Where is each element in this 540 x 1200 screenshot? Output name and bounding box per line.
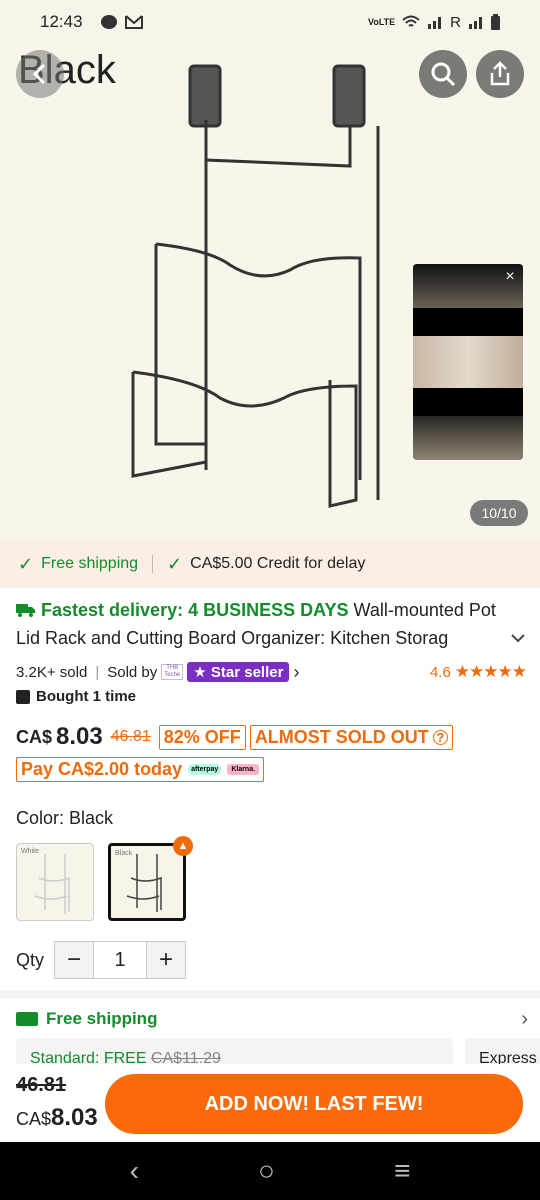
roaming-indicator: R bbox=[450, 13, 461, 31]
pay-later-badge[interactable]: Pay CA$2.00 today afterpay Klarna. bbox=[16, 757, 265, 782]
stock-badge[interactable]: ALMOST SOLD OUT ? bbox=[249, 724, 453, 750]
qty-increase-button[interactable]: + bbox=[147, 942, 186, 978]
signal-icon bbox=[428, 17, 442, 29]
price-current: 8.03 bbox=[56, 723, 103, 750]
gmail-icon bbox=[124, 15, 143, 29]
video-frame-bottom bbox=[413, 416, 523, 460]
afterpay-logo: afterpay bbox=[188, 764, 222, 775]
rating-value: 4.6 bbox=[429, 663, 451, 681]
check-icon: ✓ bbox=[167, 553, 183, 574]
quantity-row: Qty − 1 + bbox=[16, 941, 526, 979]
sold-count: 3.2K+ sold bbox=[16, 663, 88, 681]
video-scene bbox=[413, 336, 523, 388]
battery-icon bbox=[491, 14, 500, 30]
section-divider bbox=[0, 990, 540, 998]
truck-icon bbox=[16, 1012, 38, 1026]
free-shipping-badge: ✓ Free shipping bbox=[18, 554, 138, 575]
action-price: CA$8.03 bbox=[16, 1104, 98, 1132]
price-original: 46.81 bbox=[110, 728, 151, 745]
rating[interactable]: 4.6 ★★★★★ bbox=[429, 662, 527, 682]
stock-text: ALMOST SOLD OUT bbox=[254, 726, 429, 747]
price-currency: CA$ bbox=[16, 726, 53, 747]
product-info: Fastest delivery: 4 BUSINESS DAYS Wall-m… bbox=[16, 596, 527, 979]
meta-row: 3.2K+ sold | Sold by THB Teche ★ Star se… bbox=[16, 660, 527, 684]
bottom-action-bar: 46.81 CA$8.03 ADD NOW! LAST FEW! bbox=[0, 1064, 540, 1142]
pay-today-text: Pay CA$2.00 today bbox=[21, 759, 183, 779]
chevron-right-icon[interactable]: › bbox=[521, 1008, 528, 1031]
product-title-line2[interactable]: Lid Rack and Cutting Board Organizer: Ki… bbox=[16, 624, 526, 652]
star-rating-icon: ★★★★★ bbox=[454, 662, 527, 681]
color-swatches: White Black ▲ bbox=[16, 836, 526, 921]
color-label: Color: Black bbox=[16, 808, 114, 828]
divider bbox=[152, 555, 154, 573]
action-price-value: 8.03 bbox=[51, 1104, 98, 1131]
star-seller-badge[interactable]: ★ Star seller bbox=[187, 662, 290, 682]
chevron-right-icon[interactable]: › bbox=[293, 662, 299, 683]
share-button[interactable] bbox=[476, 50, 524, 98]
free-shipping-text: Free shipping bbox=[41, 555, 139, 572]
delay-credit: ✓ CA$5.00 Credit for delay bbox=[167, 554, 365, 575]
system-nav-bar: ‹ ○ ≡ bbox=[0, 1142, 540, 1200]
search-button[interactable] bbox=[419, 50, 467, 98]
product-title-part2: Lid Rack and Cutting Board Organizer: Ki… bbox=[16, 628, 449, 648]
video-preview[interactable]: × bbox=[413, 264, 523, 460]
product-title-part1: Wall-mounted Pot bbox=[353, 600, 496, 620]
action-old-price: 46.81 bbox=[16, 1074, 67, 1096]
qty-label: Qty bbox=[16, 949, 45, 970]
chevron-down-icon[interactable] bbox=[510, 633, 526, 643]
check-icon: ✓ bbox=[18, 553, 34, 574]
divider: | bbox=[95, 663, 100, 681]
nav-home-icon[interactable]: ○ bbox=[258, 1155, 275, 1187]
price-row: CA$ 8.03 46.81 82% OFF ALMOST SOLD OUT ? bbox=[16, 723, 526, 751]
share-icon bbox=[490, 61, 510, 86]
fastest-delivery: Fastest delivery: 4 BUSINESS DAYS bbox=[41, 600, 349, 620]
info-icon[interactable]: ? bbox=[432, 729, 448, 745]
swatch-image bbox=[34, 854, 70, 914]
wifi-icon bbox=[402, 15, 420, 27]
free-shipping-row[interactable]: Free shipping › bbox=[16, 1004, 528, 1034]
bought-text: Bought 1 time bbox=[36, 688, 136, 705]
pay-later-row[interactable]: Pay CA$2.00 today afterpay Klarna. bbox=[16, 757, 526, 782]
back-button[interactable] bbox=[16, 50, 64, 98]
search-icon bbox=[431, 62, 456, 87]
action-currency: CA$ bbox=[16, 1109, 52, 1129]
truck-icon bbox=[16, 604, 35, 617]
volte-icon: VoLTE bbox=[367, 17, 396, 27]
bag-icon bbox=[16, 689, 30, 704]
nav-back-icon[interactable]: ‹ bbox=[130, 1155, 139, 1187]
quantity-stepper: − 1 + bbox=[54, 941, 187, 979]
bought-count: Bought 1 time bbox=[16, 688, 526, 705]
shop-logo[interactable]: THB Teche bbox=[161, 664, 184, 680]
signal-icon bbox=[469, 17, 482, 29]
free-shipping-title: Free shipping bbox=[46, 1009, 158, 1028]
sold-by-label: Sold by bbox=[107, 663, 158, 681]
product-title-line1: Fastest delivery: 4 BUSINESS DAYS Wall-m… bbox=[16, 596, 526, 624]
chevron-left-icon bbox=[32, 63, 46, 85]
nav-recents-icon[interactable]: ≡ bbox=[394, 1155, 410, 1187]
star-seller-label: Star seller bbox=[210, 664, 284, 681]
swatch-image bbox=[126, 854, 162, 912]
image-page-indicator: 10/10 bbox=[470, 500, 528, 526]
close-icon[interactable]: × bbox=[501, 268, 519, 286]
flame-icon: ▲ bbox=[173, 836, 193, 856]
qty-decrease-button[interactable]: − bbox=[55, 942, 94, 978]
klarna-logo: Klarna. bbox=[227, 764, 260, 775]
add-to-cart-button[interactable]: ADD NOW! LAST FEW! bbox=[105, 1074, 523, 1134]
delay-credit-text: CA$5.00 Credit for delay bbox=[190, 555, 366, 572]
qty-value[interactable]: 1 bbox=[93, 942, 148, 978]
status-time: 12:43 bbox=[40, 12, 83, 31]
status-bar: 12:43 VoLTE R bbox=[0, 0, 540, 44]
discount-badge: 82% OFF bbox=[158, 724, 246, 750]
shipping-banner: ✓ Free shipping ✓ CA$5.00 Credit for del… bbox=[0, 540, 540, 588]
color-swatch-white[interactable]: White bbox=[16, 843, 94, 921]
chat-icon bbox=[100, 15, 117, 29]
color-swatch-black[interactable]: Black ▲ bbox=[108, 836, 193, 921]
